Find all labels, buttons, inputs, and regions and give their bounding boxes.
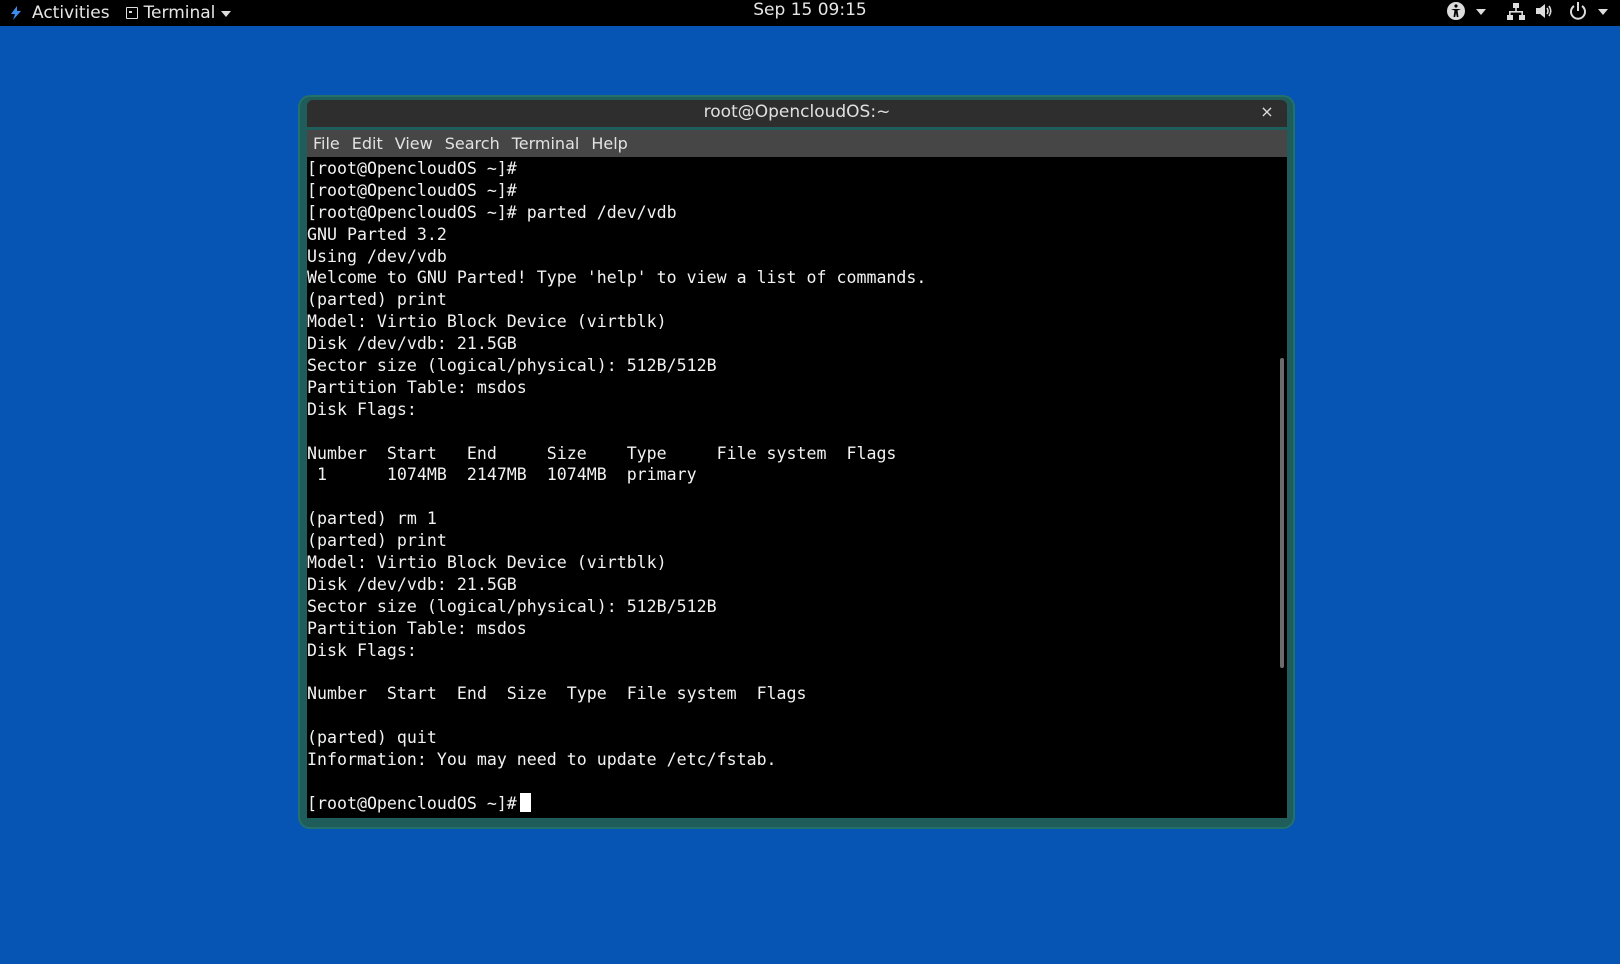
terminal-line: Disk Flags: — [307, 399, 417, 419]
menu-search[interactable]: Search — [439, 130, 506, 157]
activities-logo-icon — [11, 6, 21, 20]
terminal-line: Disk Flags: — [307, 640, 417, 660]
window-titlebar[interactable]: root@OpencloudOS:~ × — [307, 100, 1287, 127]
network-icon[interactable] — [1506, 1, 1526, 21]
terminal-window: root@OpencloudOS:~ × File Edit View Sear… — [300, 97, 1293, 827]
accessibility-icon[interactable] — [1446, 1, 1466, 21]
terminal-line: Using /dev/vdb — [307, 246, 447, 266]
terminal-line: Number Start End Size Type File system F… — [307, 684, 807, 704]
status-area[interactable] — [1446, 0, 1608, 22]
terminal-line: Welcome to GNU Parted! Type 'help' to vi… — [307, 268, 927, 288]
menu-edit[interactable]: Edit — [346, 130, 389, 157]
clock[interactable]: Sep 15 09:15 — [753, 0, 866, 20]
terminal-line: (parted) rm 1 — [307, 509, 437, 529]
terminal-line: Number Start End Size Type File system F… — [307, 443, 897, 463]
scrollbar-thumb[interactable] — [1280, 358, 1284, 668]
chevron-down-icon — [221, 11, 232, 17]
terminal-line: [root@OpencloudOS ~]# parted /dev/vdb — [307, 202, 677, 222]
text-cursor — [519, 792, 531, 812]
terminal-line: [root@OpencloudOS ~]# — [307, 159, 517, 178]
terminal-line: Partition Table: msdos — [307, 618, 527, 638]
top-bar: Activities Terminal Sep 15 09:15 — [0, 0, 1620, 26]
terminal-line: GNU Parted 3.2 — [307, 224, 447, 244]
terminal-line: Information: You may need to update /etc… — [307, 750, 777, 770]
terminal-prompt: [root@OpencloudOS ~]# — [307, 793, 517, 813]
window-title: root@OpencloudOS:~ — [703, 102, 891, 122]
volume-icon[interactable] — [1534, 1, 1554, 21]
terminal-scrollbar[interactable] — [1277, 157, 1287, 818]
terminal-app-icon — [125, 7, 138, 19]
terminal-line: [root@OpencloudOS ~]# — [307, 180, 517, 200]
terminal-line: Sector size (logical/physical): 512B/512… — [307, 356, 717, 376]
power-icon[interactable] — [1568, 1, 1588, 21]
menu-help[interactable]: Help — [585, 130, 633, 157]
accessibility-chevron-icon[interactable] — [1476, 9, 1486, 15]
terminal-line: Disk /dev/vdb: 21.5GB — [307, 334, 517, 354]
menu-view[interactable]: View — [389, 130, 439, 157]
terminal-line: Model: Virtio Block Device (virtblk) — [307, 312, 667, 332]
close-button[interactable]: × — [1257, 102, 1277, 122]
menu-bar: File Edit View Search Terminal Help — [307, 130, 1287, 157]
terminal-line: (parted) quit — [307, 728, 437, 748]
terminal-prompt-line[interactable]: [root@OpencloudOS ~]# — [307, 792, 1277, 815]
terminal-line: Sector size (logical/physical): 512B/512… — [307, 596, 717, 616]
menu-terminal[interactable]: Terminal — [506, 130, 586, 157]
system-menu-chevron-icon[interactable] — [1598, 9, 1608, 15]
app-menu-label: Terminal — [143, 3, 216, 23]
terminal-line: Model: Virtio Block Device (virtblk) — [307, 553, 667, 573]
clock-container: Sep 15 09:15 — [0, 0, 1620, 26]
terminal-line: Partition Table: msdos — [307, 377, 527, 397]
app-menu-terminal[interactable]: Terminal — [125, 3, 232, 23]
menu-file[interactable]: File — [307, 130, 346, 157]
terminal-line: 1 1074MB 2147MB 1074MB primary — [307, 465, 697, 485]
activities-label: Activities — [32, 3, 110, 23]
terminal-line: (parted) print — [307, 531, 447, 551]
top-bar-left: Activities Terminal — [8, 0, 232, 26]
terminal-line: (parted) print — [307, 290, 447, 310]
terminal-line: Disk /dev/vdb: 21.5GB — [307, 574, 517, 594]
terminal-output[interactable]: [root@OpencloudOS ~]# [root@OpencloudOS ~… — [307, 157, 1277, 818]
activities-button[interactable]: Activities — [8, 3, 110, 23]
terminal-text: [root@OpencloudOS ~]# [root@OpencloudOS ~… — [307, 157, 1277, 793]
